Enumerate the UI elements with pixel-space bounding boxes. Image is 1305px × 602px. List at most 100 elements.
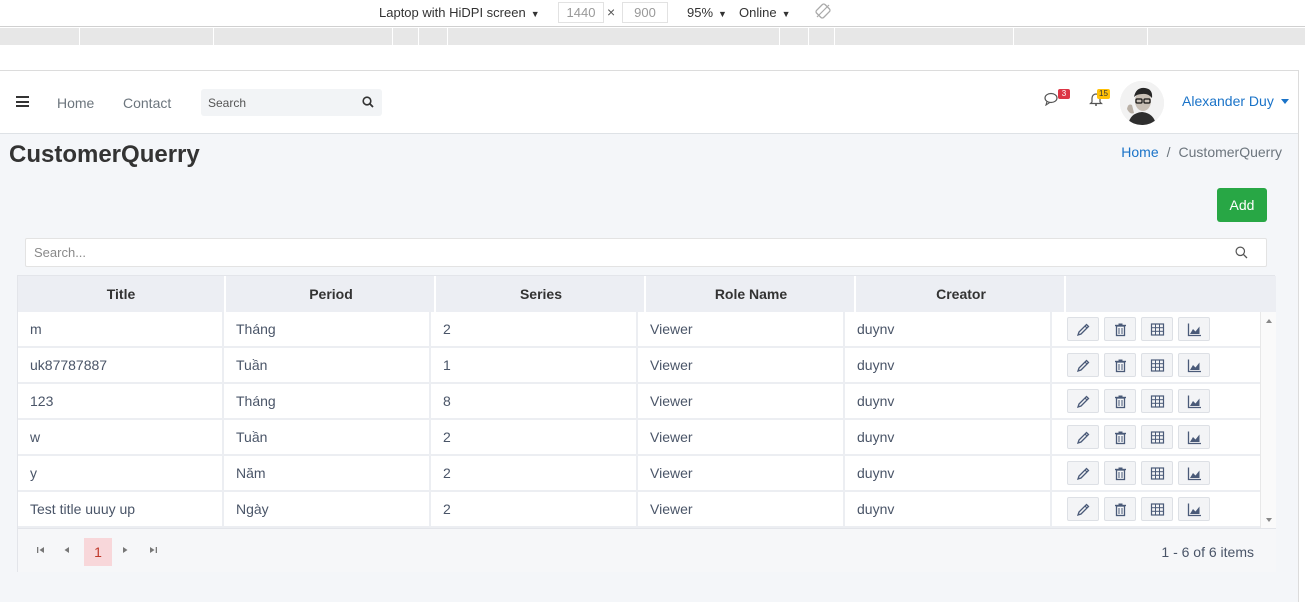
user-menu-toggle[interactable]: Alexander Duy xyxy=(1182,93,1274,109)
rotate-icon[interactable] xyxy=(815,3,831,19)
cell-title: m xyxy=(18,312,224,346)
grid-view-button[interactable] xyxy=(1141,389,1173,413)
cell-creator: duynv xyxy=(845,312,1052,346)
edit-button[interactable] xyxy=(1067,389,1099,413)
top-navbar: Home Contact 3 15 xyxy=(0,71,1298,134)
navbar-search-input[interactable] xyxy=(201,89,351,116)
pager-info: 1 - 6 of 6 items xyxy=(1161,544,1254,560)
grid-header: Title Period Series Role Name Creator xyxy=(18,276,1276,312)
edit-icon xyxy=(1076,503,1090,517)
menu-icon[interactable] xyxy=(16,96,29,107)
area-chart-icon xyxy=(1187,359,1201,373)
delete-button[interactable] xyxy=(1104,353,1136,377)
device-select[interactable]: Laptop with HiDPI screen ▼ xyxy=(379,5,540,20)
edit-icon xyxy=(1076,467,1090,481)
area-chart-icon xyxy=(1187,395,1201,409)
trash-icon xyxy=(1115,467,1126,481)
next-page-icon[interactable] xyxy=(115,540,135,560)
edit-button[interactable] xyxy=(1067,425,1099,449)
table-row[interactable]: y Năm 2 Viewer duynv xyxy=(18,456,1260,492)
table-row[interactable]: uk87787887 Tuần 1 Viewer duynv xyxy=(18,348,1260,384)
cell-series: 1 xyxy=(431,348,638,382)
caret-down-icon: ▼ xyxy=(781,9,791,19)
trash-icon xyxy=(1115,323,1126,337)
table-row[interactable]: 123 Tháng 8 Viewer duynv xyxy=(18,384,1260,420)
grid-view-button[interactable] xyxy=(1141,497,1173,521)
grid-view-button[interactable] xyxy=(1141,353,1173,377)
grid-view-button[interactable] xyxy=(1141,461,1173,485)
table-row[interactable]: w Tuần 2 Viewer duynv xyxy=(18,420,1260,456)
breadcrumb-current: CustomerQuerry xyxy=(1178,144,1282,160)
scroll-down-icon[interactable] xyxy=(1266,518,1272,522)
column-header-actions xyxy=(1068,276,1276,312)
cell-period: Năm xyxy=(224,456,431,490)
grid-scrollbar[interactable] xyxy=(1260,312,1276,528)
delete-button[interactable] xyxy=(1104,317,1136,341)
caret-down-icon: ▼ xyxy=(530,9,540,19)
chart-button[interactable] xyxy=(1178,425,1210,449)
table-row[interactable]: Test title uuuy up Ngày 2 Viewer duynv xyxy=(18,492,1260,528)
last-page-icon[interactable] xyxy=(143,540,163,560)
trash-icon xyxy=(1115,431,1126,445)
trash-icon xyxy=(1115,359,1126,373)
previous-page-icon[interactable] xyxy=(57,540,77,560)
column-header-role-name[interactable]: Role Name xyxy=(648,276,856,312)
chart-button[interactable] xyxy=(1178,353,1210,377)
delete-button[interactable] xyxy=(1104,461,1136,485)
chart-button[interactable] xyxy=(1178,497,1210,521)
nav-contact-link[interactable]: Contact xyxy=(123,95,171,111)
chart-button[interactable] xyxy=(1178,317,1210,341)
trash-icon xyxy=(1115,395,1126,409)
cell-creator: duynv xyxy=(845,348,1052,382)
edit-button[interactable] xyxy=(1067,353,1099,377)
table-row[interactable]: m Tháng 2 Viewer duynv xyxy=(18,312,1260,348)
column-header-period[interactable]: Period xyxy=(228,276,436,312)
edit-button[interactable] xyxy=(1067,461,1099,485)
column-header-creator[interactable]: Creator xyxy=(858,276,1066,312)
device-width-input[interactable]: 1440 xyxy=(558,2,604,23)
chart-button[interactable] xyxy=(1178,461,1210,485)
network-select[interactable]: Online ▼ xyxy=(739,5,791,20)
grid-pager: 1 1 - 6 of 6 items xyxy=(18,528,1276,572)
delete-button[interactable] xyxy=(1104,425,1136,449)
cell-creator: duynv xyxy=(845,420,1052,454)
edit-button[interactable] xyxy=(1067,497,1099,521)
cell-creator: duynv xyxy=(845,492,1052,526)
table-icon xyxy=(1150,323,1165,336)
caret-down-icon[interactable] xyxy=(1281,99,1289,104)
nav-home-link[interactable]: Home xyxy=(57,95,94,111)
device-height-input[interactable]: 900 xyxy=(622,2,668,23)
grid-view-button[interactable] xyxy=(1141,425,1173,449)
first-page-icon[interactable] xyxy=(31,540,51,560)
zoom-select[interactable]: 95% ▼ xyxy=(687,5,727,20)
cell-role-name: Viewer xyxy=(638,420,845,454)
cell-series: 2 xyxy=(431,456,638,490)
breadcrumb-separator: / xyxy=(1166,144,1171,160)
edit-icon xyxy=(1076,359,1090,373)
column-header-series[interactable]: Series xyxy=(438,276,646,312)
page-button-current[interactable]: 1 xyxy=(84,538,112,566)
grid-search-input[interactable] xyxy=(26,239,1216,266)
delete-button[interactable] xyxy=(1104,389,1136,413)
add-button[interactable]: Add xyxy=(1217,188,1267,222)
cell-title: 123 xyxy=(18,384,224,418)
search-icon[interactable] xyxy=(1235,246,1248,259)
device-label: Laptop with HiDPI screen xyxy=(379,5,526,20)
column-header-title[interactable]: Title xyxy=(18,276,226,312)
breadcrumb: Home / CustomerQuerry xyxy=(1121,144,1282,160)
search-icon[interactable] xyxy=(362,96,374,108)
avatar[interactable] xyxy=(1120,81,1164,125)
table-icon xyxy=(1150,431,1165,444)
chart-button[interactable] xyxy=(1178,389,1210,413)
messages-button[interactable]: 3 xyxy=(1044,89,1070,107)
edit-button[interactable] xyxy=(1067,317,1099,341)
breadcrumb-home-link[interactable]: Home xyxy=(1121,144,1158,160)
scroll-up-icon[interactable] xyxy=(1266,319,1272,323)
cell-role-name: Viewer xyxy=(638,384,845,418)
cell-series: 2 xyxy=(431,492,638,526)
delete-button[interactable] xyxy=(1104,497,1136,521)
grid-view-button[interactable] xyxy=(1141,317,1173,341)
cell-creator: duynv xyxy=(845,456,1052,490)
trash-icon xyxy=(1115,503,1126,517)
notifications-button[interactable]: 15 xyxy=(1089,89,1110,107)
